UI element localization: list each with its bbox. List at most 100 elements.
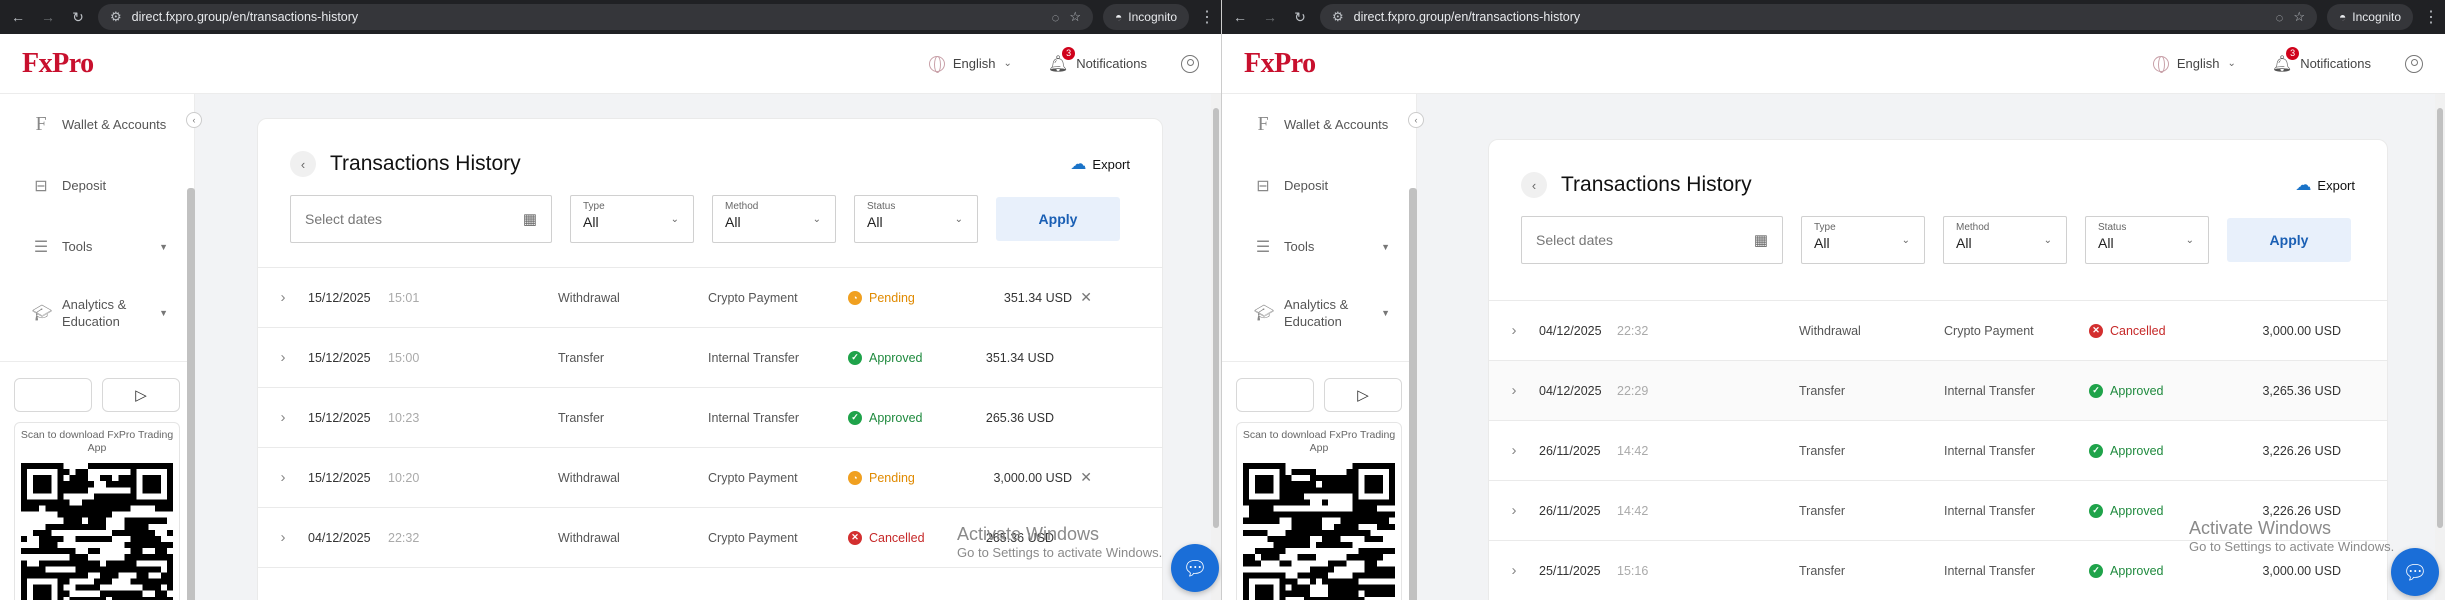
incognito-badge[interactable]: ◓ Incognito [1103, 4, 1189, 30]
status-filter[interactable]: Status All ⌄ [854, 195, 978, 243]
date-range-picker[interactable]: Select dates ▦ [1521, 216, 1783, 264]
apple-store-button[interactable] [1236, 378, 1314, 412]
chevron-right-icon[interactable]: › [258, 529, 308, 546]
row-date: 15/12/2025 [308, 410, 371, 425]
chat-support-button[interactable]: 💬︎ [1171, 544, 1219, 592]
sidebar-item-tools[interactable]: ☰ Tools ▼ [1222, 216, 1416, 277]
cancel-transaction-icon[interactable]: ✕ [1080, 289, 1092, 306]
watermark-subtitle: Go to Settings to activate Windows. [957, 545, 1163, 560]
row-type: Withdrawal [558, 470, 620, 485]
collapse-sidebar-button[interactable]: ‹ [186, 112, 202, 128]
status-filter[interactable]: Status All ⌄ [2085, 216, 2209, 264]
row-time: 22:32 [388, 530, 420, 545]
row-amount: 265.36 USD [985, 410, 1054, 425]
sidebar-item-wallet-accounts[interactable]: F Wallet & Accounts [0, 94, 194, 155]
row-status: ✕ Cancelled [2089, 323, 2166, 338]
row-type: Withdrawal [558, 290, 620, 305]
bookmark-star-icon[interactable]: ☆ [1069, 9, 1081, 25]
sidebar-scrollbar[interactable] [1409, 188, 1417, 600]
table-row[interactable]: › 04/12/2025 22:32 Withdrawal Crypto Pay… [1489, 301, 2387, 361]
method-filter[interactable]: Method All ⌄ [712, 195, 836, 243]
sidebar-item-label: Tools [62, 239, 93, 254]
method-filter[interactable]: Method All ⌄ [1943, 216, 2067, 264]
table-row[interactable]: › 15/12/2025 10:23 Transfer Internal Tra… [258, 388, 1162, 448]
cancel-transaction-icon[interactable]: ✕ [1080, 469, 1092, 486]
chevron-right-icon[interactable]: › [258, 289, 308, 306]
chevron-right-icon[interactable]: › [1489, 322, 1539, 339]
page-scrollbar[interactable] [1211, 94, 1221, 600]
sidebar-item-wallet-accounts[interactable]: F Wallet & Accounts [1222, 94, 1416, 155]
back-button[interactable]: ‹ [1521, 172, 1547, 198]
user-profile-icon[interactable] [1181, 54, 1199, 73]
reload-icon[interactable]: ↻ [1290, 9, 1310, 26]
google-play-button[interactable]: ▷ [1324, 378, 1402, 412]
apple-store-button[interactable] [14, 378, 92, 412]
sidebar-item-tools[interactable]: ☰ Tools ▼ [0, 216, 194, 277]
browser-menu-icon[interactable]: ⋮ [2423, 7, 2439, 27]
notifications-button[interactable]: 🔔︎ 3 Notifications [1048, 46, 1147, 74]
forward-arrow-icon[interactable]: → [1260, 9, 1280, 25]
type-filter[interactable]: Type All ⌄ [570, 195, 694, 243]
sidebar-item-analytics-education[interactable]: 🎓︎ Analytics & Education ▼ [1222, 277, 1416, 349]
back-arrow-icon[interactable]: ← [8, 9, 28, 25]
table-row[interactable]: › 15/12/2025 15:01 Withdrawal Crypto Pay… [258, 268, 1162, 328]
site-info-icon[interactable]: ⚙ [110, 9, 122, 25]
incognito-label: Incognito [2352, 10, 2401, 24]
apply-button[interactable]: Apply [2227, 218, 2351, 262]
user-profile-icon[interactable] [2405, 54, 2423, 73]
incognito-badge[interactable]: ◓ Incognito [2327, 4, 2413, 30]
reload-icon[interactable]: ↻ [68, 9, 88, 26]
export-button[interactable]: ☁ Export [2295, 175, 2355, 195]
apply-button[interactable]: Apply [996, 197, 1120, 241]
eye-off-icon[interactable]: ◌ [1052, 10, 1060, 25]
chevron-right-icon[interactable]: › [1489, 502, 1539, 519]
site-info-icon[interactable]: ⚙ [1332, 9, 1344, 25]
fxpro-logo[interactable]: FxPro [22, 48, 94, 80]
google-play-button[interactable]: ▷ [102, 378, 180, 412]
table-row[interactable]: › 26/11/2025 14:42 Transfer Internal Tra… [1489, 421, 2387, 481]
row-status-label: Pending [869, 470, 915, 485]
row-method: Crypto Payment [1944, 323, 2034, 338]
sidebar-item-analytics-education[interactable]: 🎓︎ Analytics & Education ▼ [0, 277, 194, 349]
back-button[interactable]: ‹ [290, 151, 316, 177]
browser-menu-icon[interactable]: ⋮ [1199, 7, 1215, 27]
chevron-right-icon[interactable]: › [1489, 382, 1539, 399]
back-arrow-icon[interactable]: ← [1230, 9, 1250, 25]
bookmark-star-icon[interactable]: ☆ [2293, 9, 2305, 25]
row-time: 15:01 [388, 290, 420, 305]
date-placeholder: Select dates [305, 211, 383, 227]
sidebar-item-label: Tools [1284, 239, 1315, 254]
language-selector[interactable]: English ⌄ [928, 55, 1012, 73]
address-bar[interactable]: ⚙ direct.fxpro.group/en/transactions-his… [98, 4, 1094, 30]
fxpro-logo[interactable]: FxPro [1244, 48, 1316, 80]
export-button[interactable]: ☁ Export [1070, 154, 1130, 174]
chevron-right-icon[interactable]: › [258, 409, 308, 426]
chevron-right-icon[interactable]: › [1489, 442, 1539, 459]
eye-off-icon[interactable]: ◌ [2276, 10, 2284, 25]
page-scrollbar[interactable] [2435, 94, 2445, 600]
status-icon: ✓ [2089, 383, 2103, 398]
sidebar-item-deposit[interactable]: ⊟ Deposit [1222, 155, 1416, 216]
sidebar-item-deposit[interactable]: ⊟ Deposit [0, 155, 194, 216]
address-bar[interactable]: ⚙ direct.fxpro.group/en/transactions-his… [1320, 4, 2318, 30]
table-row[interactable]: › 15/12/2025 10:20 Withdrawal Crypto Pay… [258, 448, 1162, 508]
windows-activation-watermark: Activate Windows Go to Settings to activ… [957, 524, 1162, 560]
notifications-button[interactable]: 🔔︎ 3 Notifications [2272, 46, 2371, 74]
table-row[interactable]: › 04/12/2025 22:29 Transfer Internal Tra… [1489, 361, 2387, 421]
page-scrollbar-thumb[interactable] [1213, 108, 1219, 528]
type-filter[interactable]: Type All ⌄ [1801, 216, 1925, 264]
row-type: Transfer [558, 350, 605, 365]
wallet-icon: F [1257, 113, 1269, 135]
language-selector[interactable]: English ⌄ [2152, 55, 2236, 73]
chevron-right-icon[interactable]: › [258, 469, 308, 486]
chat-support-button[interactable]: 💬︎ [2391, 548, 2439, 596]
sidebar-scrollbar[interactable] [187, 188, 195, 600]
row-status: ✓ Approved [2089, 503, 2164, 518]
collapse-sidebar-button[interactable]: ‹ [1408, 112, 1424, 128]
table-row[interactable]: › 15/12/2025 15:00 Transfer Internal Tra… [258, 328, 1162, 388]
forward-arrow-icon[interactable]: → [38, 9, 58, 25]
page-scrollbar-thumb[interactable] [2437, 108, 2443, 528]
date-range-picker[interactable]: Select dates ▦ [290, 195, 552, 243]
chevron-right-icon[interactable]: › [1489, 562, 1539, 579]
chevron-right-icon[interactable]: › [258, 349, 308, 366]
